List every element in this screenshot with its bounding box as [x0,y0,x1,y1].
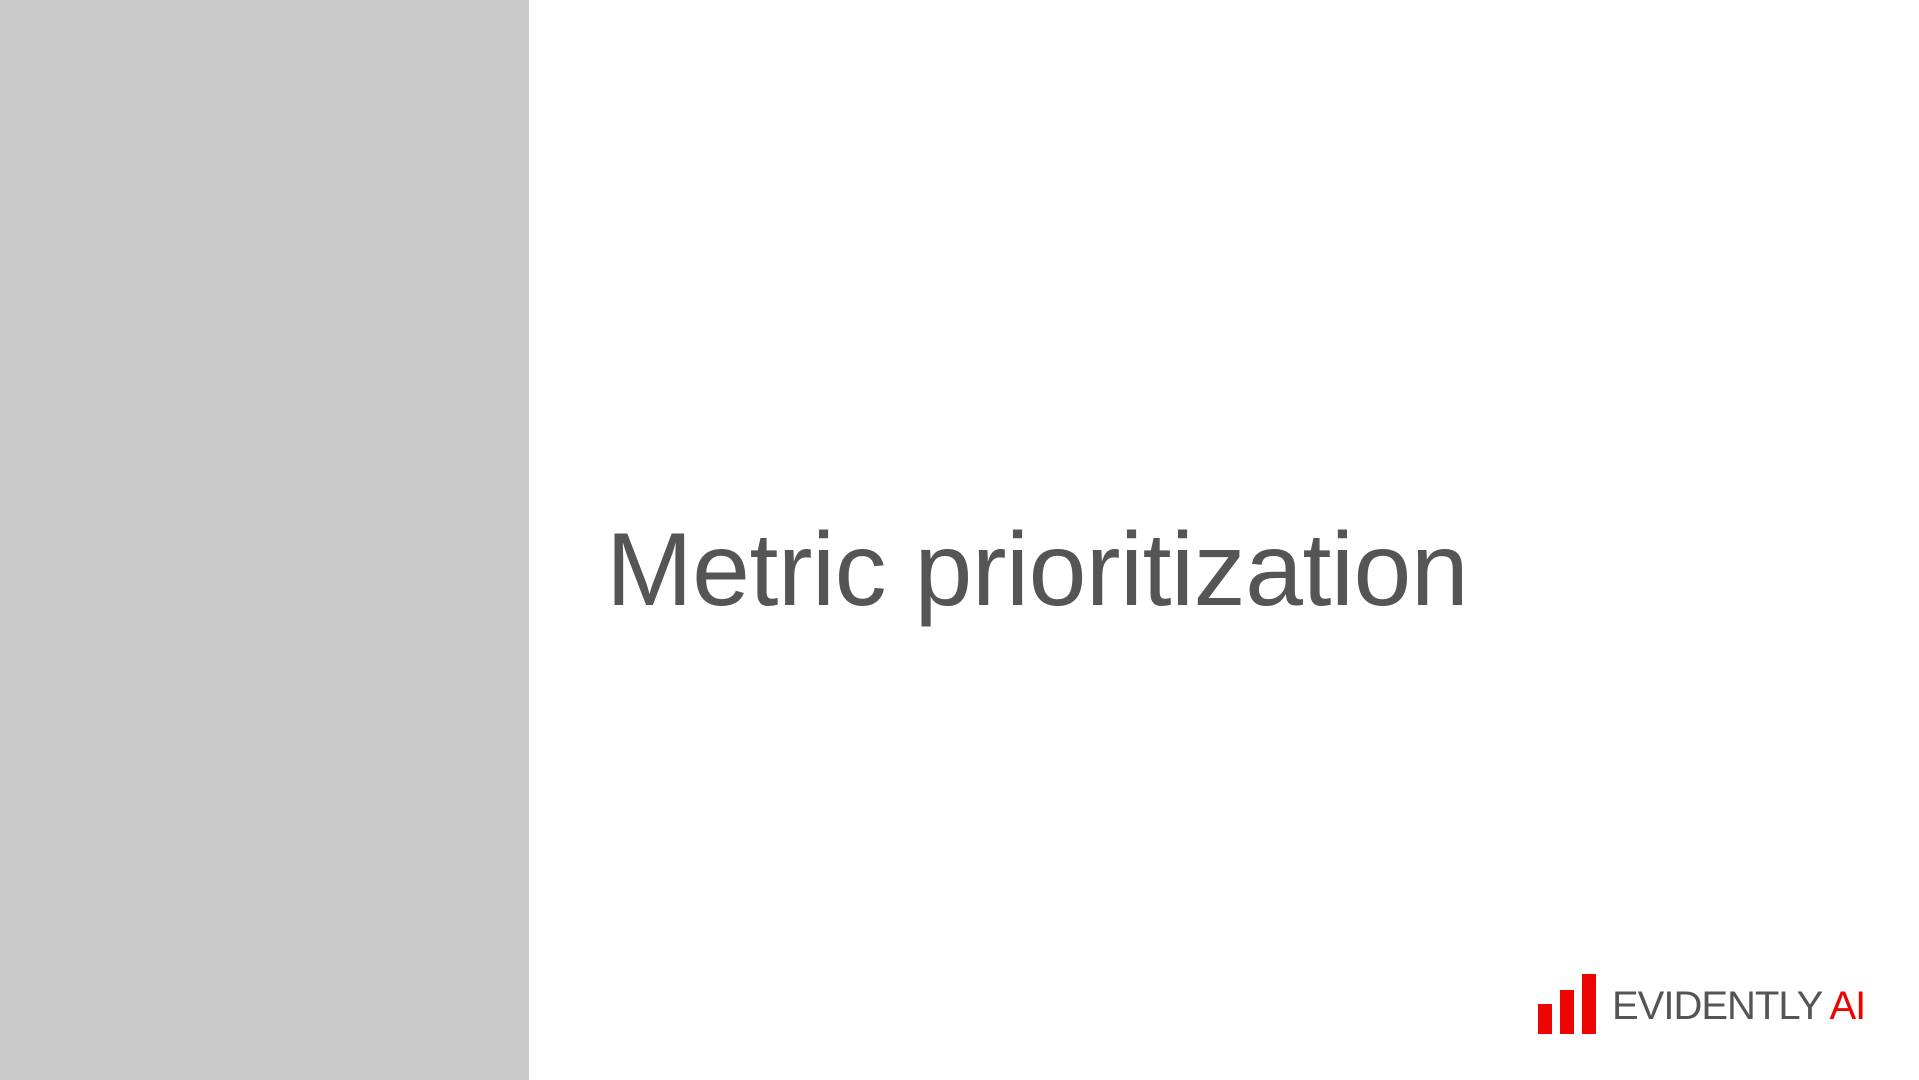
slide: Metric prioritization EVIDENTLY AI [0,0,1919,1080]
logo-word-ai: AI [1829,984,1867,1028]
logo-word-evidently: EVIDENTLY [1612,984,1823,1028]
slide-title: Metric prioritization [606,512,1469,628]
side-panel [0,0,529,1080]
bar-chart-icon [1538,974,1596,1034]
logo-text: EVIDENTLY AI [1612,984,1867,1028]
evidently-logo: EVIDENTLY AI [1538,974,1867,1034]
